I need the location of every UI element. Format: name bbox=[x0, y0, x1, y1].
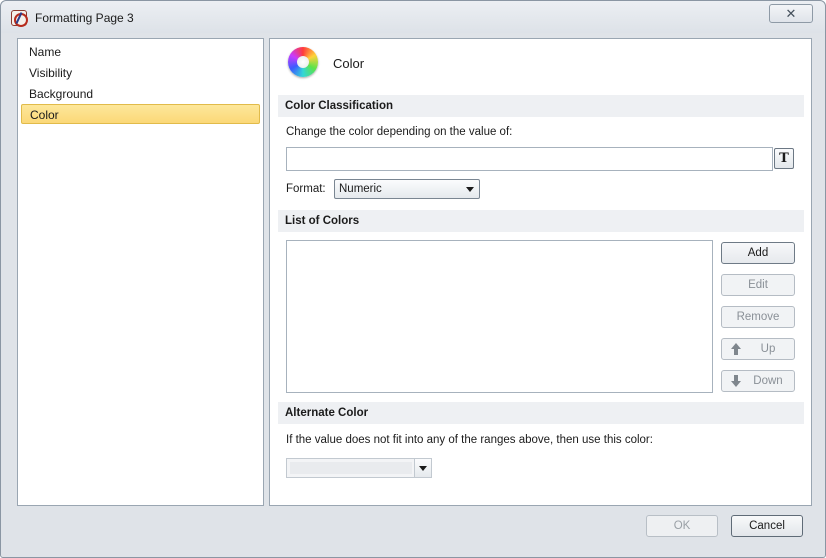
sidebar-item-name[interactable]: Name bbox=[21, 42, 260, 62]
value-expression-input[interactable] bbox=[286, 147, 773, 171]
move-down-button[interactable]: Down bbox=[721, 370, 795, 392]
alternate-color-picker[interactable] bbox=[286, 458, 432, 478]
alternate-color-prompt: If the value does not fit into any of th… bbox=[286, 434, 653, 446]
ok-button[interactable]: OK bbox=[646, 515, 718, 537]
section-header-list-of-colors: List of Colors bbox=[278, 210, 804, 232]
chevron-down-icon bbox=[466, 187, 474, 192]
sidebar-item-background[interactable]: Background bbox=[21, 84, 260, 104]
color-wheel-icon bbox=[288, 47, 318, 77]
format-select-value: Numeric bbox=[339, 183, 382, 195]
settings-panel: Color Color Classification Change the co… bbox=[269, 38, 812, 506]
chevron-down-icon[interactable] bbox=[414, 459, 431, 477]
cancel-button[interactable]: Cancel bbox=[731, 515, 803, 537]
section-header-color-classification: Color Classification bbox=[278, 95, 804, 117]
format-select[interactable]: Numeric bbox=[334, 179, 480, 199]
remove-button[interactable]: Remove bbox=[721, 306, 795, 328]
section-header-alternate-color: Alternate Color bbox=[278, 402, 804, 424]
move-down-label: Down bbox=[753, 375, 783, 387]
dialog-window: Formatting Page 3 ✕ Name Visibility Back… bbox=[0, 0, 826, 558]
title-bar: Formatting Page 3 ✕ bbox=[1, 1, 825, 33]
classification-prompt: Change the color depending on the value … bbox=[286, 126, 513, 138]
color-swatch bbox=[290, 462, 412, 474]
arrow-down-icon bbox=[730, 375, 742, 387]
move-up-label: Up bbox=[760, 343, 776, 355]
arrow-up-icon bbox=[730, 343, 742, 355]
add-button[interactable]: Add bbox=[721, 242, 795, 264]
sidebar: Name Visibility Background Color bbox=[17, 38, 264, 506]
colors-list[interactable] bbox=[286, 240, 713, 393]
sidebar-item-visibility[interactable]: Visibility bbox=[21, 63, 260, 83]
window-title: Formatting Page 3 bbox=[35, 11, 134, 25]
insert-text-button[interactable]: T bbox=[774, 148, 794, 169]
sidebar-item-color[interactable]: Color bbox=[21, 104, 260, 124]
app-logo-icon bbox=[11, 10, 28, 27]
panel-title: Color bbox=[333, 56, 365, 71]
edit-button[interactable]: Edit bbox=[721, 274, 795, 296]
close-button[interactable]: ✕ bbox=[769, 4, 813, 23]
move-up-button[interactable]: Up bbox=[721, 338, 795, 360]
format-label: Format: bbox=[286, 183, 326, 195]
